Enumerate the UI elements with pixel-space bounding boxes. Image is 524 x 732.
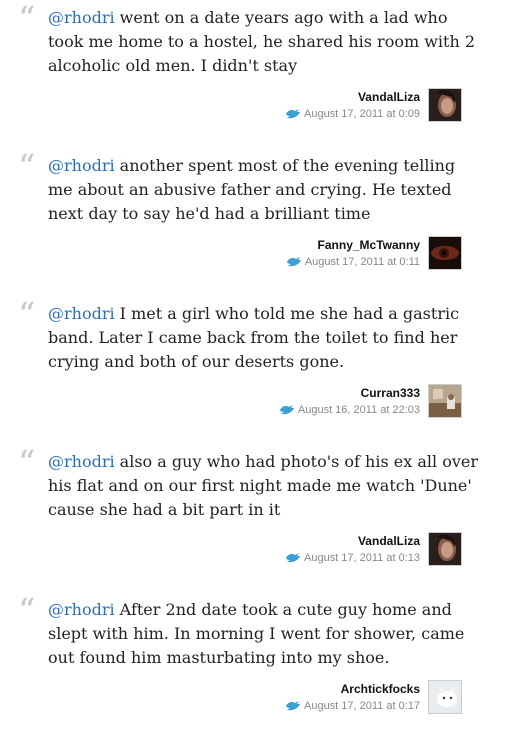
twitter-bird-icon xyxy=(286,256,302,268)
timestamp: August 17, 2011 at 0:09 xyxy=(304,108,420,120)
mention-link[interactable]: @rhodri xyxy=(48,304,115,323)
twitter-bird-icon xyxy=(285,108,301,120)
mention-link[interactable]: @rhodri xyxy=(48,600,115,619)
timestamp: August 17, 2011 at 0:17 xyxy=(304,700,420,712)
author-name[interactable]: VandalLiza xyxy=(358,90,420,104)
author-name[interactable]: Archtickfocks xyxy=(341,682,420,696)
quote-icon: “ xyxy=(18,147,35,187)
quote-icon: “ xyxy=(18,0,35,39)
quote-icon: “ xyxy=(18,591,35,631)
tweet-timestamp-link[interactable]: August 16, 2011 at 22:03 xyxy=(279,404,420,416)
tweet-item: “ @rhodri another spent most of the even… xyxy=(0,148,524,288)
tweet-text: @rhodri I met a girl who told me she had… xyxy=(48,302,478,374)
timestamp: August 17, 2011 at 0:11 xyxy=(304,256,420,268)
tweet-text: @rhodri went on a date years ago with a … xyxy=(48,6,478,78)
author-name[interactable]: Fanny_McTwanny xyxy=(318,238,420,252)
woman-portrait-icon xyxy=(429,89,461,121)
author-name[interactable]: VandalLiza xyxy=(358,534,420,548)
woman-portrait-icon xyxy=(429,533,461,565)
mention-link[interactable]: @rhodri xyxy=(48,452,115,471)
timestamp: August 17, 2011 at 0:13 xyxy=(304,552,420,564)
avatar[interactable] xyxy=(428,236,462,270)
tweet-timestamp-link[interactable]: August 17, 2011 at 0:11 xyxy=(286,256,420,268)
tweet-text: @rhodri After 2nd date took a cute guy h… xyxy=(48,598,478,670)
timestamp: August 16, 2011 at 22:03 xyxy=(297,404,420,416)
twitter-bird-icon xyxy=(285,552,301,564)
mention-link[interactable]: @rhodri xyxy=(48,156,115,175)
tweet-item: “ @rhodri I met a girl who told me she h… xyxy=(0,296,524,436)
tweet-timestamp-link[interactable]: August 17, 2011 at 0:17 xyxy=(285,700,420,712)
eye-closeup-icon xyxy=(429,237,461,269)
tweet-feed: “ @rhodri went on a date years ago with … xyxy=(0,0,524,728)
quote-icon: “ xyxy=(18,443,35,483)
avatar[interactable] xyxy=(428,384,462,418)
author-name[interactable]: Curran333 xyxy=(361,386,420,400)
tweet-text: @rhodri another spent most of the evenin… xyxy=(48,154,478,226)
tweet-text: @rhodri also a guy who had photo's of hi… xyxy=(48,450,478,522)
tweet-timestamp-link[interactable]: August 17, 2011 at 0:09 xyxy=(285,108,420,120)
twitter-bird-icon xyxy=(285,700,301,712)
tweet-timestamp-link[interactable]: August 17, 2011 at 0:13 xyxy=(285,552,420,564)
quote-icon: “ xyxy=(18,295,35,335)
tweet-item: “ @rhodri went on a date years ago with … xyxy=(0,0,524,140)
avatar[interactable] xyxy=(428,88,462,122)
room-photo-icon xyxy=(429,385,461,417)
avatar[interactable] xyxy=(428,532,462,566)
twitter-bird-icon xyxy=(279,404,295,416)
white-fox-icon xyxy=(429,681,461,713)
tweet-item: “ @rhodri also a guy who had photo's of … xyxy=(0,444,524,584)
avatar[interactable] xyxy=(428,680,462,714)
mention-link[interactable]: @rhodri xyxy=(48,8,115,27)
tweet-item: “ @rhodri After 2nd date took a cute guy… xyxy=(0,592,524,732)
